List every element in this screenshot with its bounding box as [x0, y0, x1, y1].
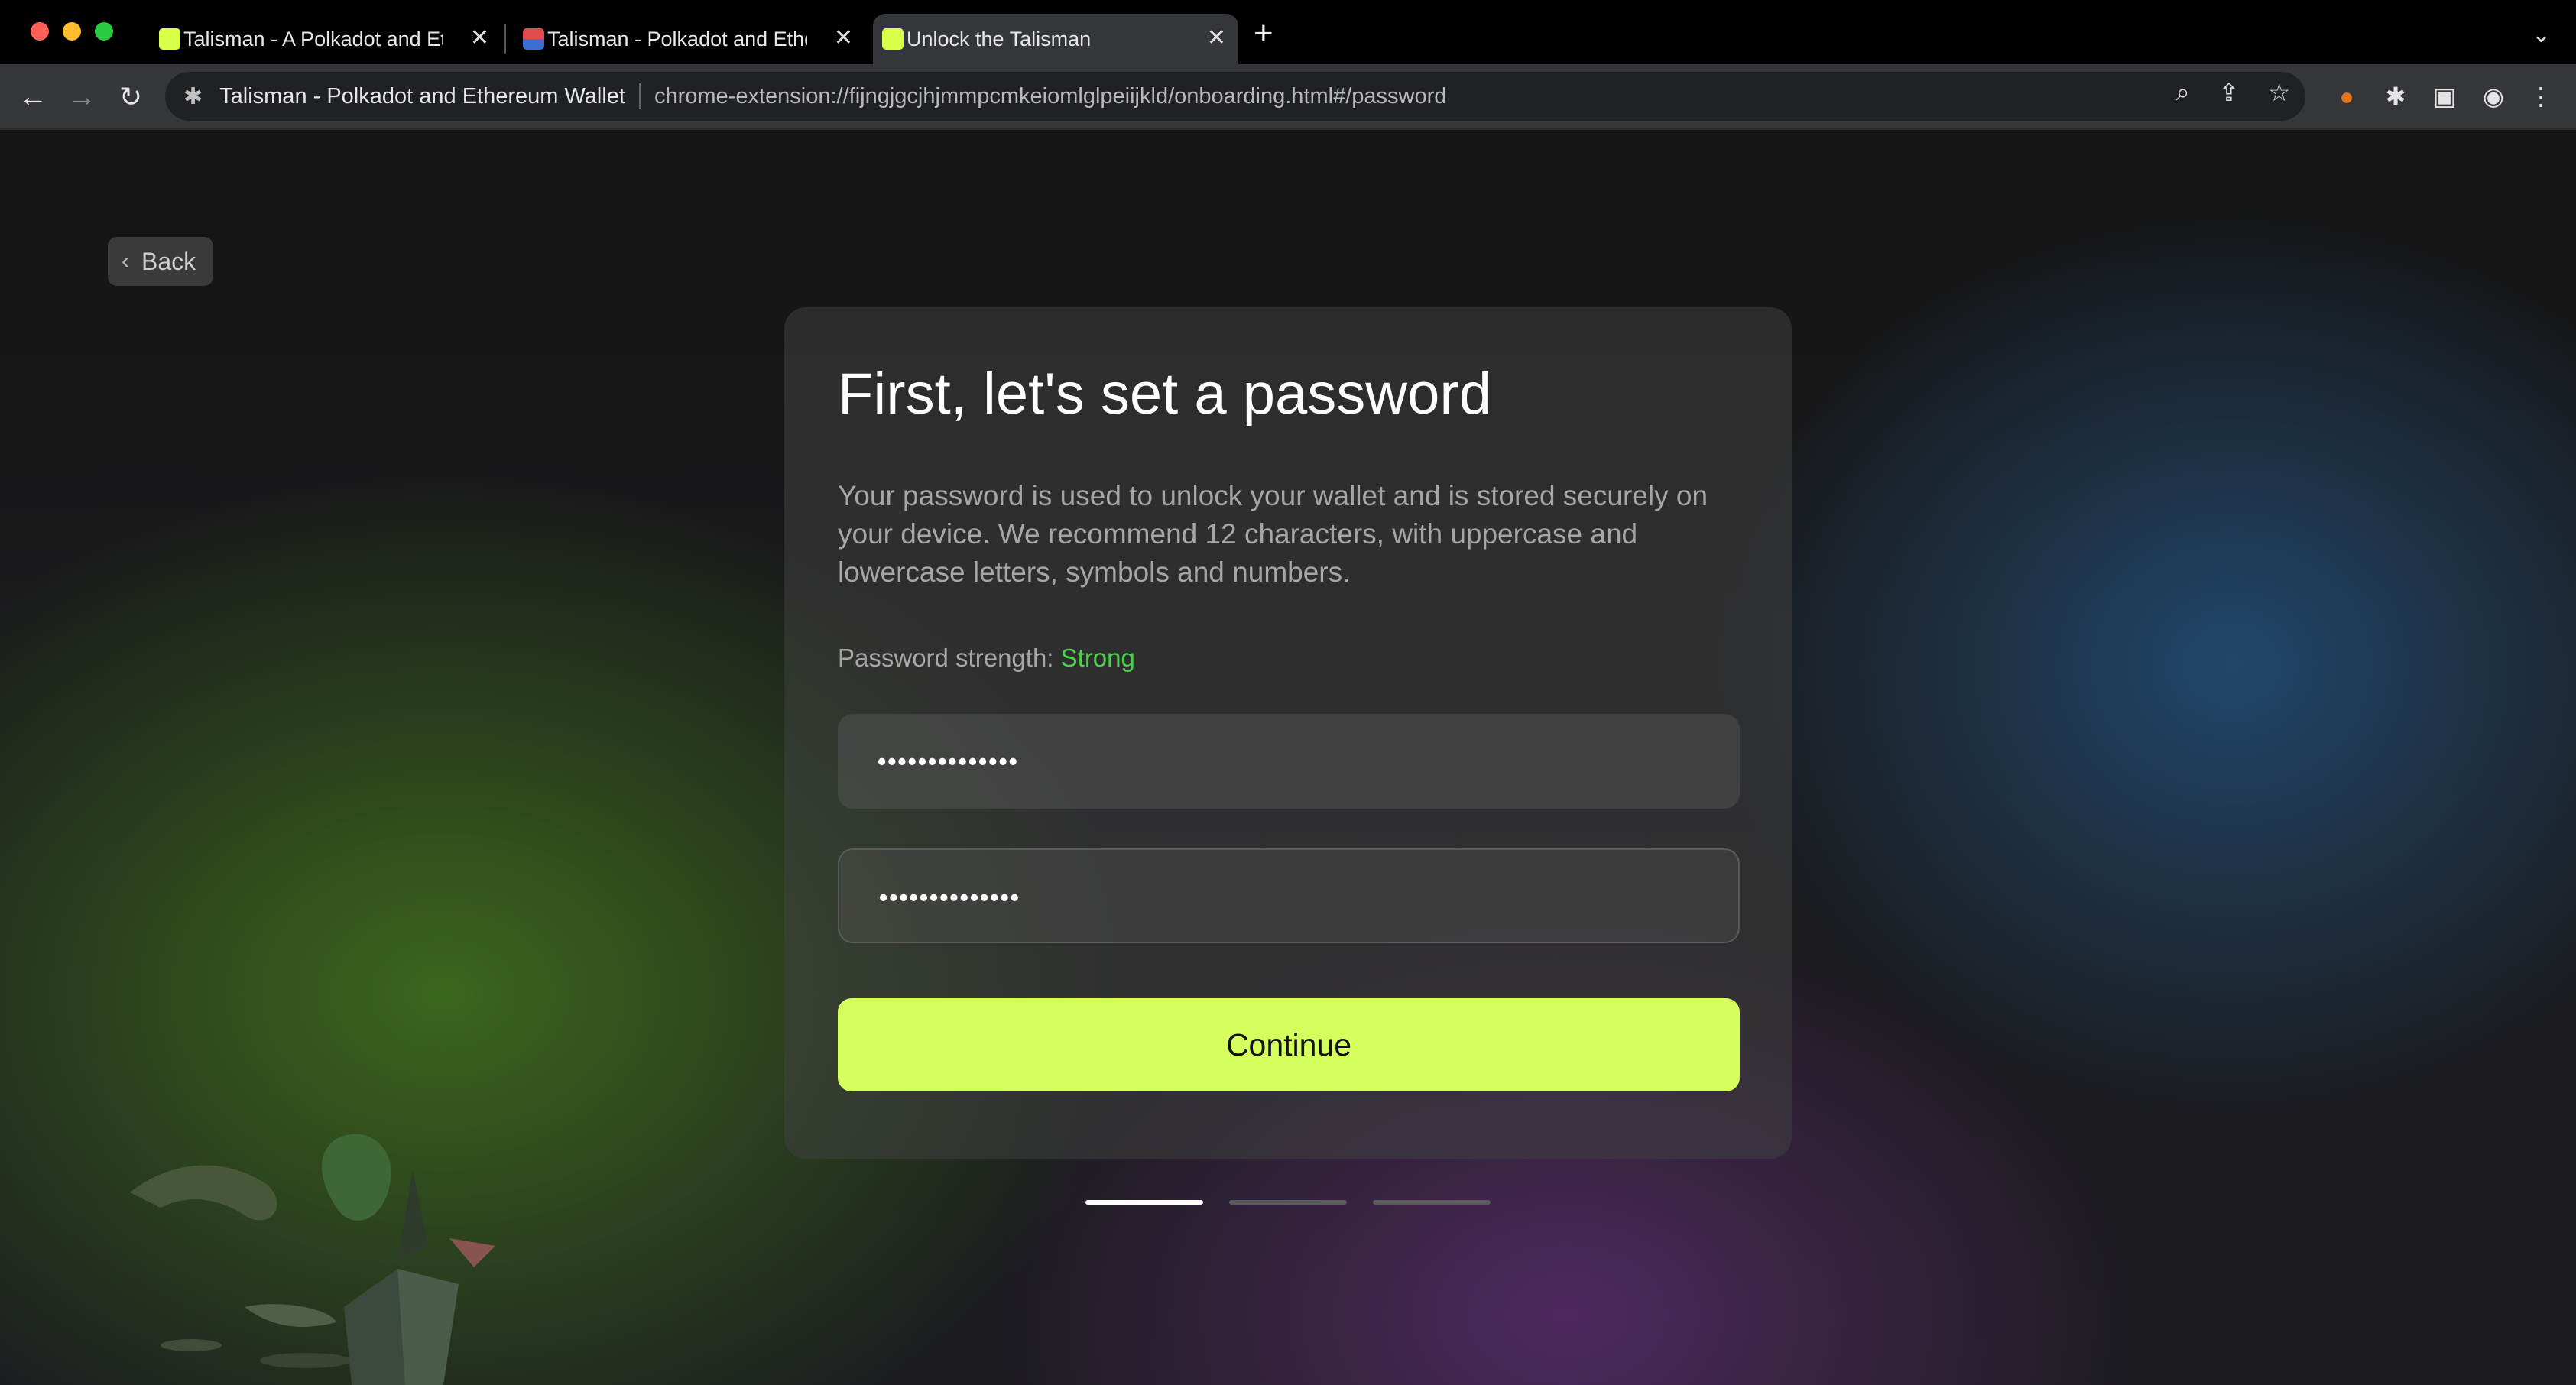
bookmark-star-icon[interactable]: ☆ — [2268, 78, 2290, 107]
confirm-password-input[interactable]: •••••••••••••• — [838, 848, 1740, 943]
password-card: First, let's set a password Your passwor… — [784, 307, 1792, 1159]
forward-arrow-icon[interactable]: → — [63, 78, 101, 116]
browser-tab-strip: Talisman - A Polkadot and Eth ✕ Talisman… — [0, 0, 2576, 64]
browser-tab-1[interactable]: Talisman - A Polkadot and Eth ✕ — [150, 14, 501, 64]
maximize-window-button[interactable] — [95, 22, 113, 41]
url-text[interactable]: chrome-extension://fijngjgcjhjmmpcmkeiom… — [654, 84, 1446, 109]
close-window-button[interactable] — [31, 22, 49, 41]
back-arrow-icon[interactable]: ← — [14, 78, 52, 116]
continue-button-label: Continue — [1225, 1027, 1352, 1062]
tab-divider — [504, 24, 506, 54]
talisman-site-favicon-icon — [523, 28, 544, 50]
chevron-left-icon: ‹ — [122, 248, 129, 274]
step-indicator-3 — [1373, 1200, 1491, 1205]
close-tab-icon[interactable]: ✕ — [1207, 24, 1226, 51]
password-input[interactable]: •••••••••••••• — [838, 714, 1740, 809]
password-strength: Password strength: Strong — [838, 644, 1135, 673]
step-indicator-2 — [1229, 1200, 1347, 1205]
close-tab-icon[interactable]: ✕ — [470, 24, 489, 51]
onboarding-page: ‹ Back First, let's set a password Your … — [0, 130, 2576, 1385]
extensions-puzzle-icon[interactable]: ✱ — [2380, 81, 2411, 112]
browser-menu-icon[interactable]: ⋮ — [2526, 81, 2556, 112]
profile-avatar-icon[interactable]: ◉ — [2478, 81, 2509, 112]
browser-tab-2[interactable]: Talisman - Polkadot and Ether ✕ — [514, 14, 865, 64]
page-title: First, let's set a password — [838, 362, 1491, 427]
minimize-window-button[interactable] — [63, 22, 81, 41]
step-indicator-1 — [1085, 1200, 1203, 1205]
strength-value: Strong — [1060, 644, 1135, 672]
tab-search-chevron-icon[interactable]: ⌄ — [2532, 21, 2551, 48]
share-icon[interactable]: ⇪ — [2219, 78, 2240, 107]
new-tab-button[interactable]: + — [1254, 17, 1273, 50]
strength-label: Password strength: — [838, 644, 1054, 672]
close-tab-icon[interactable]: ✕ — [834, 24, 853, 51]
talisman-favicon-icon — [882, 28, 904, 50]
password-description: Your password is used to unlock your wal… — [838, 480, 1708, 588]
decorative-sculpture-illustration — [130, 1134, 495, 1385]
browser-toolbar: ← → ↻ ✱ Talisman - Polkadot and Ethereum… — [0, 64, 2576, 130]
side-panel-icon[interactable]: ▣ — [2429, 81, 2460, 112]
browser-tab-3-active[interactable]: Unlock the Talisman ✕ — [873, 14, 1238, 64]
talisman-favicon-icon — [159, 28, 180, 50]
site-name: Talisman - Polkadot and Ethereum Wallet — [219, 83, 625, 109]
address-bar[interactable]: ✱ Talisman - Polkadot and Ethereum Walle… — [165, 72, 2305, 121]
back-button[interactable]: ‹ Back — [108, 237, 213, 286]
puzzle-piece-icon: ✱ — [183, 83, 203, 109]
address-divider — [638, 83, 641, 109]
back-button-label: Back — [141, 247, 196, 275]
reload-icon[interactable]: ↻ — [112, 78, 150, 116]
zoom-icon[interactable]: ⌕ — [2176, 78, 2190, 107]
continue-button[interactable]: Continue — [838, 998, 1740, 1091]
metamask-extension-icon[interactable]: ● — [2331, 81, 2362, 112]
